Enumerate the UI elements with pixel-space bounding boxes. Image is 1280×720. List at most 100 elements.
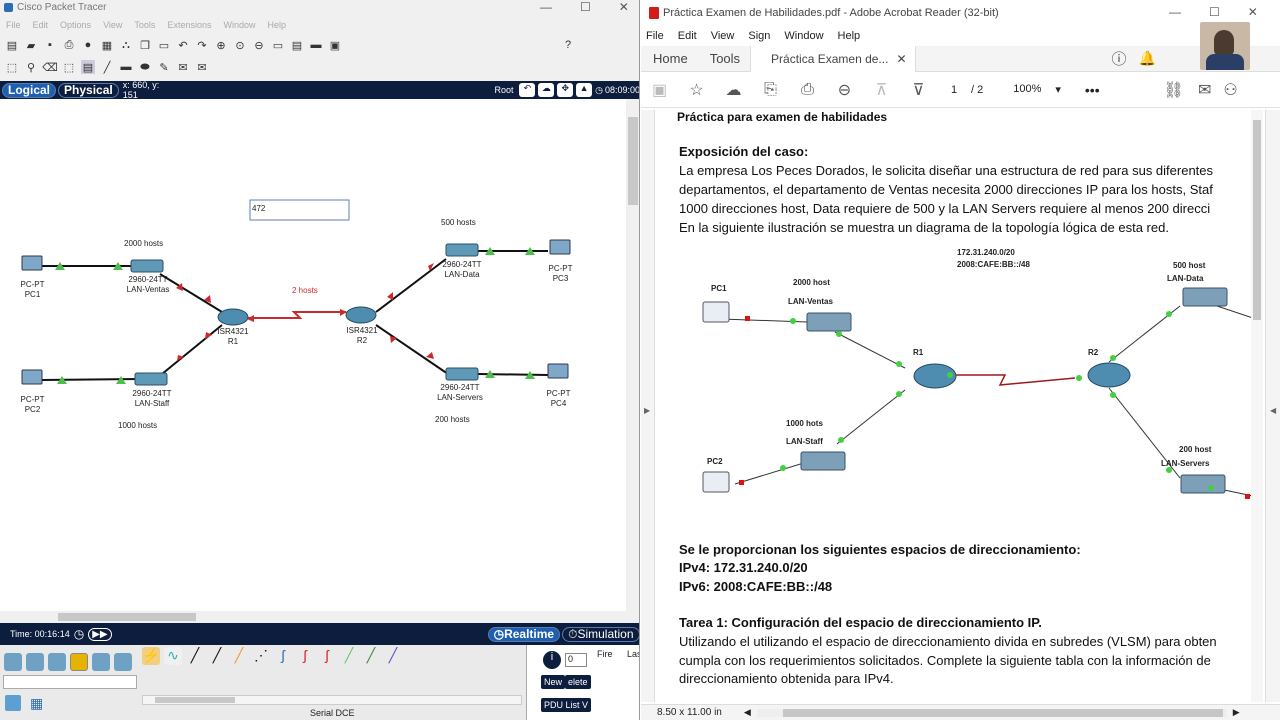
menu-window[interactable]: Window <box>223 20 255 30</box>
hosts-ventas-note[interactable]: 2000 hosts <box>124 239 163 249</box>
maximize-icon[interactable]: ☐ <box>1209 5 1220 19</box>
sw-staff-label[interactable]: 2960-24TT LAN-Staff <box>122 389 182 409</box>
menu-file[interactable]: File <box>6 20 21 30</box>
coaxial-cable-icon[interactable]: ʃ <box>274 647 292 665</box>
cable-scrollbar[interactable] <box>142 695 522 705</box>
fiber-cable-icon[interactable]: ╱ <box>230 647 248 665</box>
notification-bell-icon[interactable]: 🔔 <box>1139 50 1156 67</box>
grid-small-icon[interactable]: ▦ <box>30 695 43 712</box>
draw-ellipse-icon[interactable]: ⬬ <box>138 60 152 74</box>
menu-tools[interactable]: Tools <box>134 20 155 30</box>
straight-cable-icon[interactable]: ╱ <box>186 647 204 665</box>
draw-rect-icon[interactable]: ▬ <box>119 60 133 74</box>
scroll-right-icon[interactable]: ▶ <box>1233 707 1240 718</box>
close-icon[interactable]: ✕ <box>619 0 629 14</box>
custom-device-icon[interactable]: ▤ <box>290 38 304 52</box>
right-panel-handle[interactable]: ◀ <box>1265 110 1280 702</box>
pc4-label[interactable]: PC-PT PC4 <box>536 389 581 409</box>
menu-extensions[interactable]: Extensions <box>167 20 211 30</box>
save-icon[interactable]: ▪ <box>43 38 57 52</box>
new-scenario-button[interactable]: New <box>541 675 566 689</box>
page-down-icon[interactable]: ⊽ <box>900 80 937 100</box>
palette-icon[interactable]: ▭ <box>271 38 285 52</box>
doc-horizontal-scrollbar[interactable] <box>756 708 1227 717</box>
menu-help[interactable]: Help <box>267 20 286 30</box>
minimize-icon[interactable]: — <box>540 0 552 14</box>
complex-pdu-icon[interactable]: ✉ <box>195 60 209 74</box>
iot-cable-icon[interactable]: ╱ <box>362 647 380 665</box>
help-icon[interactable]: ? <box>561 38 575 52</box>
account-icon[interactable]: ⚇ <box>1223 80 1237 100</box>
back-icon[interactable]: ↶ <box>519 83 536 97</box>
pdu-info-icon[interactable]: i <box>543 651 561 669</box>
auto-cable-icon[interactable]: ⚡ <box>142 647 160 665</box>
open-folder-icon[interactable]: ▰ <box>24 38 38 52</box>
pdu-list-button[interactable]: PDU List V <box>541 698 592 712</box>
save-icon[interactable]: ▣ <box>641 80 678 100</box>
logical-workspace[interactable]: 472 PC-PT PC1 PC-PT PC2 PC-PT PC3 PC-PT PC4 … <box>0 99 626 611</box>
inspect-icon[interactable]: ⚲ <box>24 60 38 74</box>
tab-document[interactable]: Práctica Examen de... ✕ <box>750 45 916 72</box>
scroll-left-icon[interactable]: ◀ <box>744 707 751 718</box>
physical-tab[interactable]: Physical <box>58 82 119 98</box>
device-dialog-icon[interactable]: ▬ <box>309 38 323 52</box>
redo-icon[interactable]: ↷ <box>195 38 209 52</box>
new-file-icon[interactable]: ▤ <box>5 38 19 52</box>
ar-menu-help[interactable]: Help <box>838 30 861 42</box>
cluster-icon[interactable]: ☁ <box>538 83 555 97</box>
info-icon[interactable]: ● <box>81 38 95 52</box>
end-devices-icon[interactable] <box>26 653 44 671</box>
serial-dte-icon[interactable]: ʃ <box>318 647 336 665</box>
email-icon[interactable]: ✉ <box>1198 80 1211 100</box>
zoom-out-icon[interactable]: ⊖ <box>252 38 266 52</box>
r1-label[interactable]: ISR4321 R1 <box>208 327 258 347</box>
pc3-label[interactable]: PC-PT PC3 <box>538 264 583 284</box>
viewport-icon[interactable]: ▲ <box>576 83 593 97</box>
note-icon[interactable]: ▤ <box>81 60 95 74</box>
ar-menu-view[interactable]: View <box>711 30 735 42</box>
freeform-icon[interactable]: ✎ <box>157 60 171 74</box>
components-icon[interactable] <box>48 653 66 671</box>
copy-icon[interactable]: ❐ <box>138 38 152 52</box>
hosts-data-note[interactable]: 500 hosts <box>441 218 476 228</box>
multiuser-icon[interactable] <box>114 653 132 671</box>
zoom-select[interactable]: 100% ▾ <box>1013 83 1061 96</box>
resize-icon[interactable]: ⬚ <box>62 60 76 74</box>
link-icon[interactable]: ⛓ <box>1164 80 1184 100</box>
delete-icon[interactable]: ⌫ <box>42 60 58 74</box>
scenario-select[interactable]: 0 <box>565 653 587 667</box>
sw-servers-label[interactable]: 2960-24TT LAN-Servers <box>430 383 490 403</box>
simulation-tab[interactable]: ⏱ Simulation <box>562 626 639 642</box>
console-cable-icon[interactable]: ∿ <box>164 647 182 665</box>
logical-tab[interactable]: Logical <box>2 82 57 98</box>
page-up-icon[interactable]: ⊼ <box>863 80 900 100</box>
ar-menu-window[interactable]: Window <box>784 30 823 42</box>
tab-close-icon[interactable]: ✕ <box>896 52 906 66</box>
doc-horizontal-thumb[interactable] <box>782 708 1223 717</box>
ar-menu-file[interactable]: File <box>646 30 664 42</box>
menu-options[interactable]: Options <box>60 20 91 30</box>
move-icon[interactable]: ✥ <box>557 83 574 97</box>
close-icon[interactable]: ✕ <box>1248 5 1258 19</box>
cable-scroll-thumb[interactable] <box>155 697 235 703</box>
help-circle-icon[interactable]: ⓘ <box>1112 48 1127 69</box>
menu-view[interactable]: View <box>103 20 122 30</box>
minimize-icon[interactable]: — <box>1169 5 1181 19</box>
print-icon[interactable]: ⎙ <box>789 81 826 99</box>
bookmark-star-icon[interactable]: ☆ <box>678 80 715 100</box>
paste-icon[interactable]: ▭ <box>157 38 171 52</box>
hosts-servers-note[interactable]: 200 hosts <box>435 415 470 425</box>
serial-dce-icon[interactable]: ʃ <box>296 647 314 665</box>
network-icon[interactable]: ⛬ <box>119 38 133 52</box>
bolt-small-icon[interactable] <box>5 695 21 711</box>
pc2-label[interactable]: PC-PT PC2 <box>10 395 55 415</box>
simple-pdu-icon[interactable]: ✉ <box>176 60 190 74</box>
ar-menu-sign[interactable]: Sign <box>748 30 770 42</box>
realtime-tab[interactable]: ◷ Realtime <box>487 626 561 642</box>
left-panel-handle[interactable]: ▶ <box>641 110 655 702</box>
zoom-reset-icon[interactable]: ⊙ <box>233 38 247 52</box>
print-icon[interactable]: ⎙ <box>62 38 76 52</box>
r2-label[interactable]: ISR4321 R2 <box>337 326 387 346</box>
sw-ventas-label[interactable]: 2960-24TT LAN-Ventas <box>118 275 178 295</box>
delete-scenario-button[interactable]: elete <box>565 675 591 689</box>
